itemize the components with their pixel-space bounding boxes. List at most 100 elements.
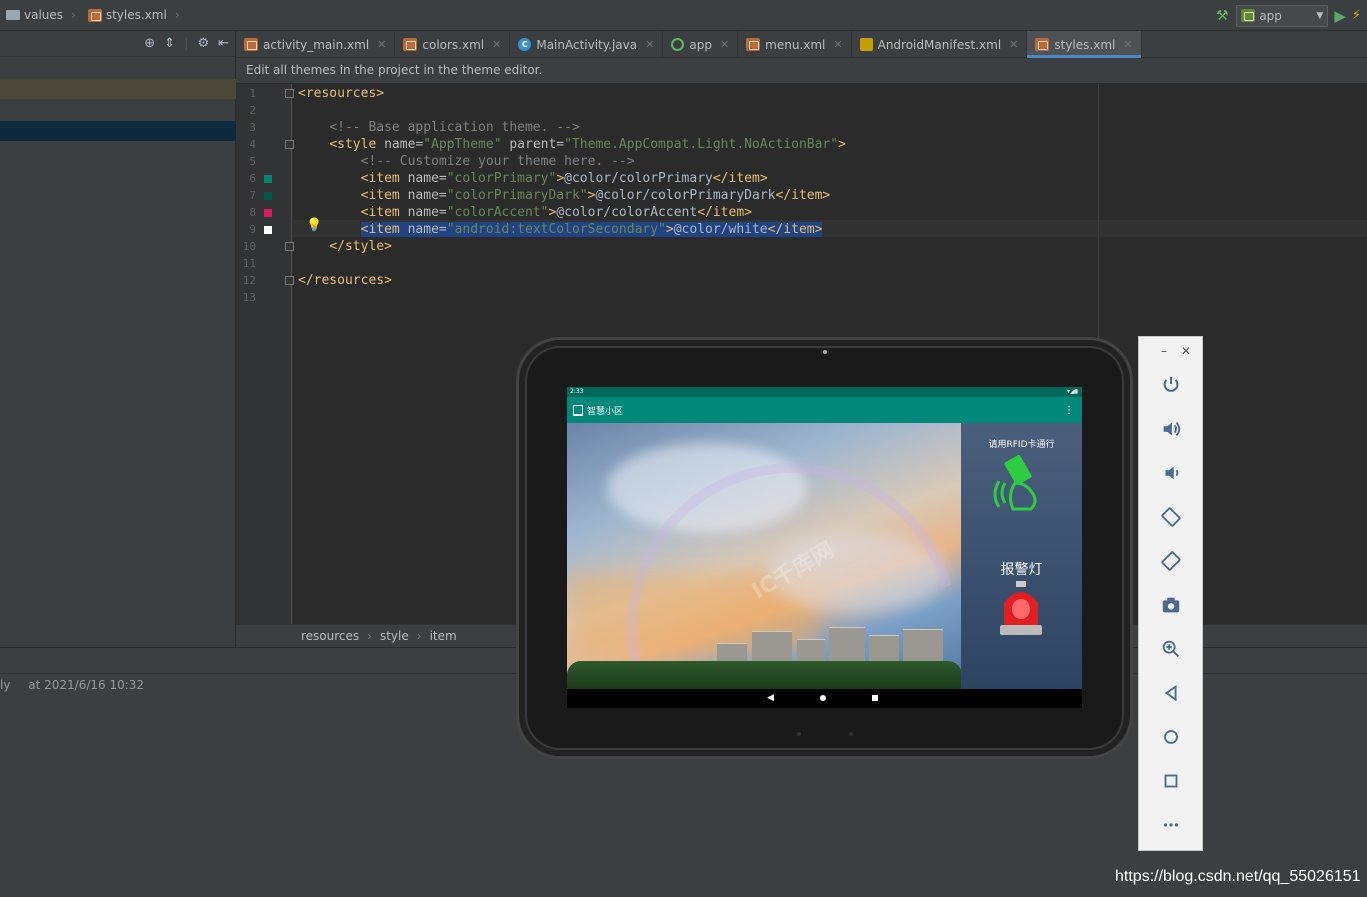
tab-label: colors.xml bbox=[422, 37, 485, 52]
close-icon[interactable]: ✕ bbox=[1009, 38, 1018, 51]
breadcrumb-item[interactable]: item bbox=[430, 629, 457, 643]
project-panel-toolbar: ⊕ ⇕ | ⚙ ⇤ bbox=[0, 31, 235, 57]
zoom-button[interactable] bbox=[1157, 635, 1185, 663]
line-number: 1 bbox=[249, 87, 256, 100]
code-line: <style name="AppTheme" parent="Theme.App… bbox=[329, 137, 846, 152]
breadcrumb-label: styles.xml bbox=[105, 8, 167, 22]
device-sensor bbox=[849, 732, 853, 736]
breadcrumb-separator: › bbox=[71, 8, 76, 22]
android-navigation-bar: ◀ bbox=[567, 689, 1082, 708]
theme-editor-banner[interactable]: Edit all themes in the project in the th… bbox=[236, 58, 1367, 84]
gear-icon[interactable]: ⚙ bbox=[197, 36, 209, 51]
code-line: </style> bbox=[329, 239, 392, 254]
xml-icon bbox=[1035, 38, 1050, 51]
banner-text: Edit all themes in the project in the th… bbox=[246, 63, 543, 77]
rotate-right-icon bbox=[1161, 551, 1181, 571]
back-icon[interactable]: ◀ bbox=[767, 693, 774, 703]
color-swatch-primary[interactable] bbox=[264, 175, 272, 183]
xml-icon bbox=[746, 38, 761, 51]
build-hammer-icon[interactable]: ⚒ bbox=[1214, 8, 1230, 24]
minimize-icon[interactable]: – bbox=[1161, 344, 1167, 358]
breadcrumb-styles[interactable]: styles.xml › bbox=[82, 8, 186, 22]
line-number: 10 bbox=[242, 240, 256, 253]
overflow-menu-icon[interactable]: ⋮ bbox=[1064, 405, 1082, 416]
apply-changes-icon[interactable]: ⚡ bbox=[1352, 8, 1361, 23]
tab-app[interactable]: app ✕ bbox=[663, 31, 739, 58]
close-icon[interactable]: ✕ bbox=[833, 38, 842, 51]
code-line: <item name="colorAccent">@color/colorAcc… bbox=[360, 205, 752, 220]
emulator-screen[interactable]: 2:33 ▾◢▮ 智慧小区 ⋮ IC千库网 请用RFID卡通行 报警灯 ◀ bbox=[567, 387, 1082, 708]
collapse-all-icon[interactable]: ⇕ bbox=[164, 36, 175, 51]
building-icon bbox=[573, 404, 583, 416]
close-icon[interactable]: ✕ bbox=[1181, 344, 1191, 358]
app-module-icon bbox=[671, 38, 685, 51]
color-swatch-accent[interactable] bbox=[264, 209, 272, 217]
tab-styles[interactable]: styles.xml ✕ bbox=[1027, 31, 1142, 58]
tab-colors[interactable]: colors.xml ✕ bbox=[395, 31, 511, 58]
tab-menu[interactable]: menu.xml ✕ bbox=[738, 31, 852, 58]
fold-marker[interactable] bbox=[285, 242, 294, 251]
rotate-left-button[interactable] bbox=[1157, 503, 1185, 531]
tab-label: menu.xml bbox=[765, 37, 826, 52]
alarm-light-icon[interactable] bbox=[998, 581, 1044, 637]
locate-icon[interactable]: ⊕ bbox=[144, 36, 155, 51]
app-title: 智慧小区 bbox=[587, 406, 624, 417]
java-class-icon: C bbox=[518, 38, 532, 51]
code-line: <item name="colorPrimary">@color/colorPr… bbox=[360, 171, 768, 186]
xml-icon bbox=[403, 38, 418, 51]
toolbar-divider: | bbox=[184, 36, 189, 51]
line-number: 6 bbox=[249, 172, 256, 185]
home-icon[interactable] bbox=[820, 695, 826, 701]
tab-activity-main[interactable]: activity_main.xml ✕ bbox=[236, 31, 396, 58]
tab-main-activity[interactable]: C MainActivity.java ✕ bbox=[510, 31, 664, 58]
recents-icon[interactable] bbox=[872, 695, 878, 701]
hide-panel-icon[interactable]: ⇤ bbox=[218, 36, 229, 51]
more-button[interactable] bbox=[1157, 811, 1185, 839]
volume-up-button[interactable] bbox=[1157, 415, 1185, 443]
breadcrumb-style[interactable]: style bbox=[380, 629, 409, 643]
xml-icon bbox=[244, 38, 258, 51]
code-line-selected: <item name="android:textColorSecondary">… bbox=[360, 222, 823, 237]
editor-gutter: 1 2 3 4 5 6 7 8 9 10 11 12 13 bbox=[236, 84, 294, 624]
alarm-light-label: 报警灯 bbox=[1000, 562, 1043, 578]
folder-icon bbox=[6, 10, 20, 20]
xml-icon bbox=[87, 8, 102, 22]
run-config-select[interactable]: app ▼ bbox=[1236, 4, 1329, 27]
main-toolbar: ⚒ app ▼ ▶ ⚡ bbox=[1214, 0, 1367, 31]
screenshot-button[interactable] bbox=[1157, 591, 1185, 619]
rfid-card-icon[interactable] bbox=[991, 453, 1051, 511]
run-config-label: app bbox=[1259, 8, 1282, 23]
project-tree-row-highlighted[interactable] bbox=[0, 79, 236, 99]
close-icon[interactable]: ✕ bbox=[1123, 38, 1132, 51]
breadcrumb-resources[interactable]: resources bbox=[301, 629, 359, 643]
home-button[interactable] bbox=[1157, 723, 1185, 751]
code-line: <!-- Customize your theme here. --> bbox=[360, 154, 635, 169]
navigation-bar: values › styles.xml › ⚒ app ▼ ▶ ⚡ bbox=[0, 0, 1367, 31]
chevron-down-icon: ▼ bbox=[1316, 10, 1324, 21]
close-icon[interactable]: ✕ bbox=[377, 38, 386, 51]
overview-button[interactable] bbox=[1157, 767, 1185, 795]
fold-marker[interactable] bbox=[285, 89, 294, 98]
breadcrumb-values[interactable]: values › bbox=[0, 8, 82, 22]
rotate-right-button[interactable] bbox=[1157, 547, 1185, 575]
power-button[interactable] bbox=[1157, 371, 1185, 399]
scene-trees bbox=[567, 661, 962, 689]
back-button[interactable] bbox=[1157, 679, 1185, 707]
volume-down-button[interactable] bbox=[1157, 459, 1185, 487]
close-icon[interactable]: ✕ bbox=[645, 38, 654, 51]
fold-marker[interactable] bbox=[285, 140, 294, 149]
home-circle-icon bbox=[1164, 730, 1178, 744]
fold-marker[interactable] bbox=[285, 276, 294, 285]
color-swatch-white[interactable] bbox=[264, 226, 272, 234]
color-swatch-primary-dark[interactable] bbox=[264, 192, 272, 200]
blog-url-watermark: https://blog.csdn.net/qq_55026151 bbox=[1115, 868, 1361, 885]
project-tree-row-selected[interactable] bbox=[0, 121, 236, 141]
close-icon[interactable]: ✕ bbox=[492, 38, 501, 51]
tab-android-manifest[interactable]: AndroidManifest.xml ✕ bbox=[852, 31, 1028, 58]
run-icon[interactable]: ▶ bbox=[1334, 7, 1346, 25]
android-status-bar: 2:33 ▾◢▮ bbox=[567, 387, 1082, 397]
emulator-window-controls: – ✕ bbox=[1139, 337, 1202, 365]
status-lead-text: ly bbox=[0, 678, 11, 692]
close-icon[interactable]: ✕ bbox=[720, 38, 729, 51]
device-sensor bbox=[797, 732, 801, 736]
